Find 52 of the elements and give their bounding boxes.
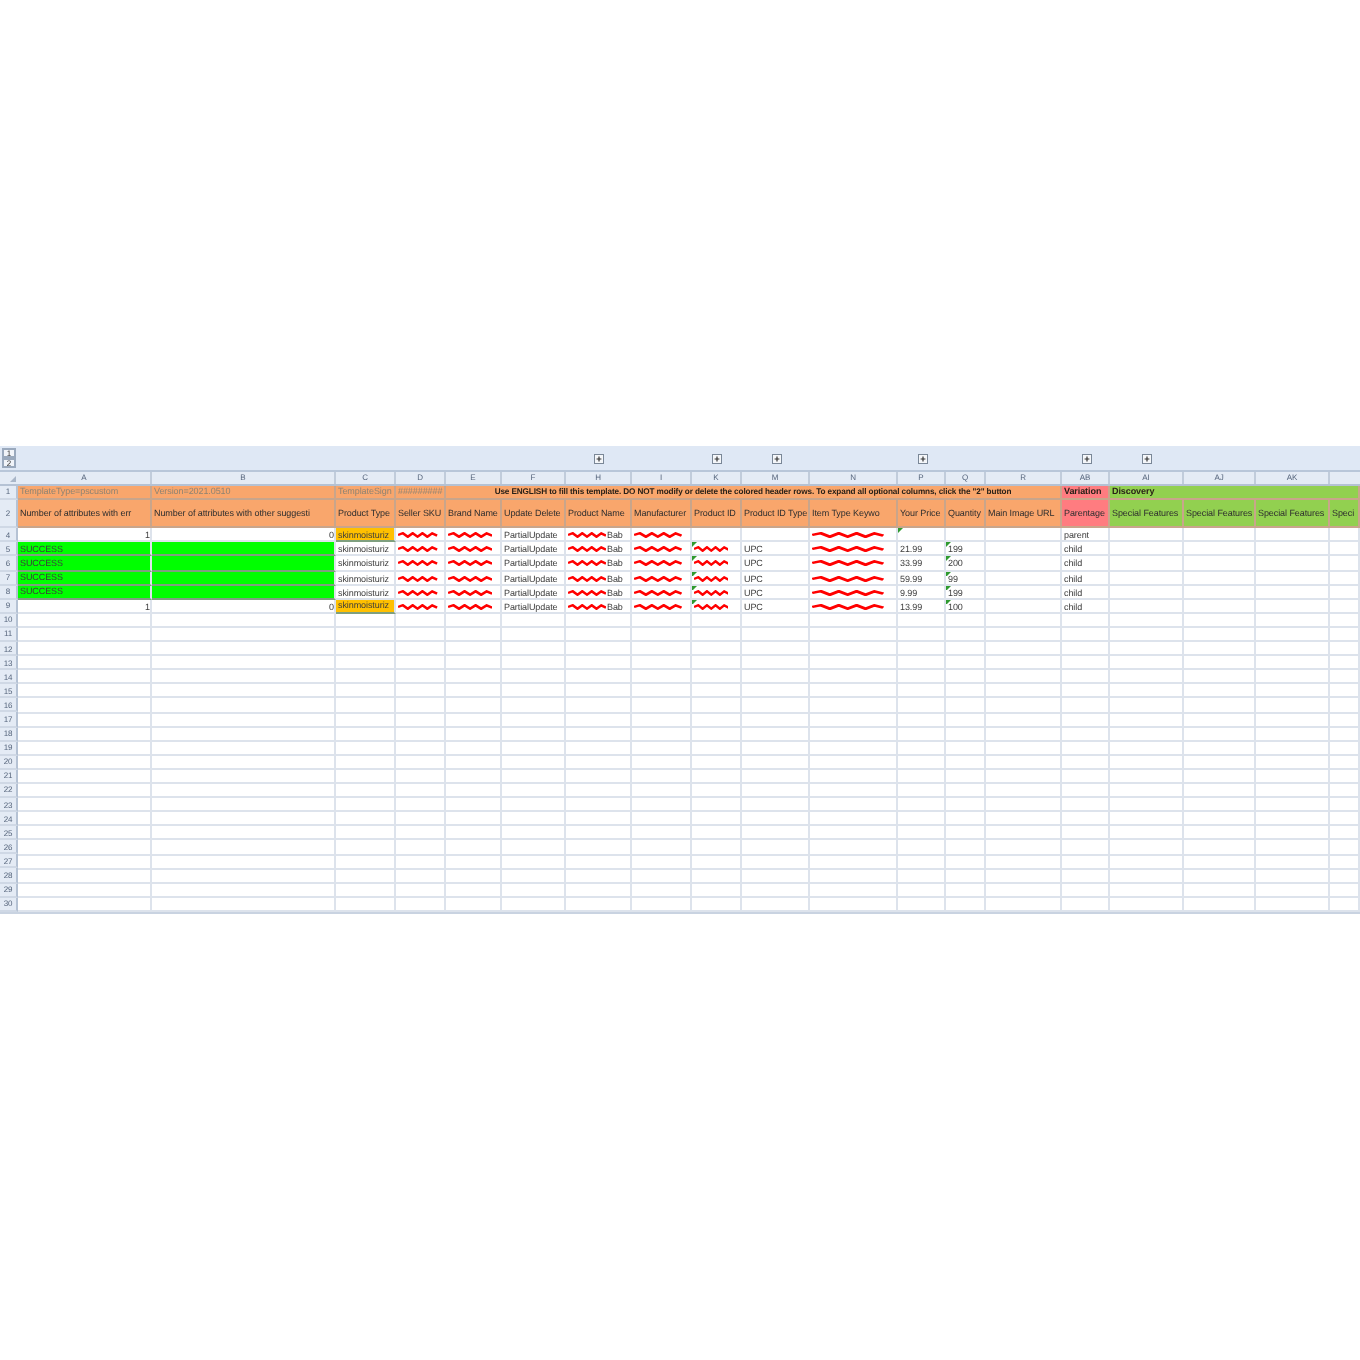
triangle-icon xyxy=(946,571,951,577)
triangle-icon xyxy=(692,556,697,562)
scribble-icon xyxy=(568,575,606,582)
triangle-icon xyxy=(946,556,951,562)
expand-icon[interactable] xyxy=(771,453,781,464)
scribble-icon xyxy=(634,546,682,553)
triangle-icon xyxy=(946,542,951,548)
scribble-icon xyxy=(398,603,438,610)
scribble-icon xyxy=(398,532,438,539)
triangle-icon xyxy=(898,528,903,534)
scribble-icon xyxy=(398,589,438,596)
scribble-icon xyxy=(448,546,493,553)
scribble-icon xyxy=(398,560,438,567)
scribble-icon xyxy=(694,603,729,610)
scribble-icon xyxy=(634,532,682,539)
scribble-icon xyxy=(398,575,438,582)
scribble-icon xyxy=(812,603,884,610)
scribble-icon xyxy=(634,560,682,567)
scribble-icon xyxy=(812,575,884,582)
scribble-icon xyxy=(694,589,729,596)
scribble-icon xyxy=(812,532,884,539)
triangle-icon xyxy=(692,599,697,605)
scribble-icon xyxy=(634,575,682,582)
scribble-icon xyxy=(568,603,606,610)
scribble-icon xyxy=(634,589,682,596)
scribble-icon xyxy=(812,546,884,553)
scribble-icon xyxy=(448,575,493,582)
scribble-icon xyxy=(568,532,606,539)
scribble-icon xyxy=(634,603,682,610)
triangle-icon xyxy=(692,585,697,591)
scribble-icon xyxy=(568,546,606,553)
scribble-icon xyxy=(448,603,493,610)
scribble-icon xyxy=(812,560,884,567)
expand-icon[interactable] xyxy=(594,453,604,464)
expand-icon[interactable] xyxy=(1142,453,1152,464)
scribble-icon xyxy=(568,589,606,596)
scribble-icon xyxy=(812,589,884,596)
triangle-icon xyxy=(692,542,697,548)
scribble-icon xyxy=(694,560,729,567)
scribble-icon xyxy=(448,532,493,539)
triangle-icon xyxy=(692,571,697,577)
scribble-icon xyxy=(568,560,606,567)
scribble-icon xyxy=(448,589,493,596)
expand-icon[interactable] xyxy=(712,453,722,464)
scribble-icon xyxy=(694,575,729,582)
expand-icon[interactable] xyxy=(1081,453,1091,464)
triangle-icon xyxy=(946,585,951,591)
scribble-icon xyxy=(398,546,438,553)
scribble-icon xyxy=(694,546,729,553)
expand-icon[interactable] xyxy=(917,453,927,464)
triangle-icon xyxy=(946,599,951,605)
scribble-icon xyxy=(448,560,493,567)
